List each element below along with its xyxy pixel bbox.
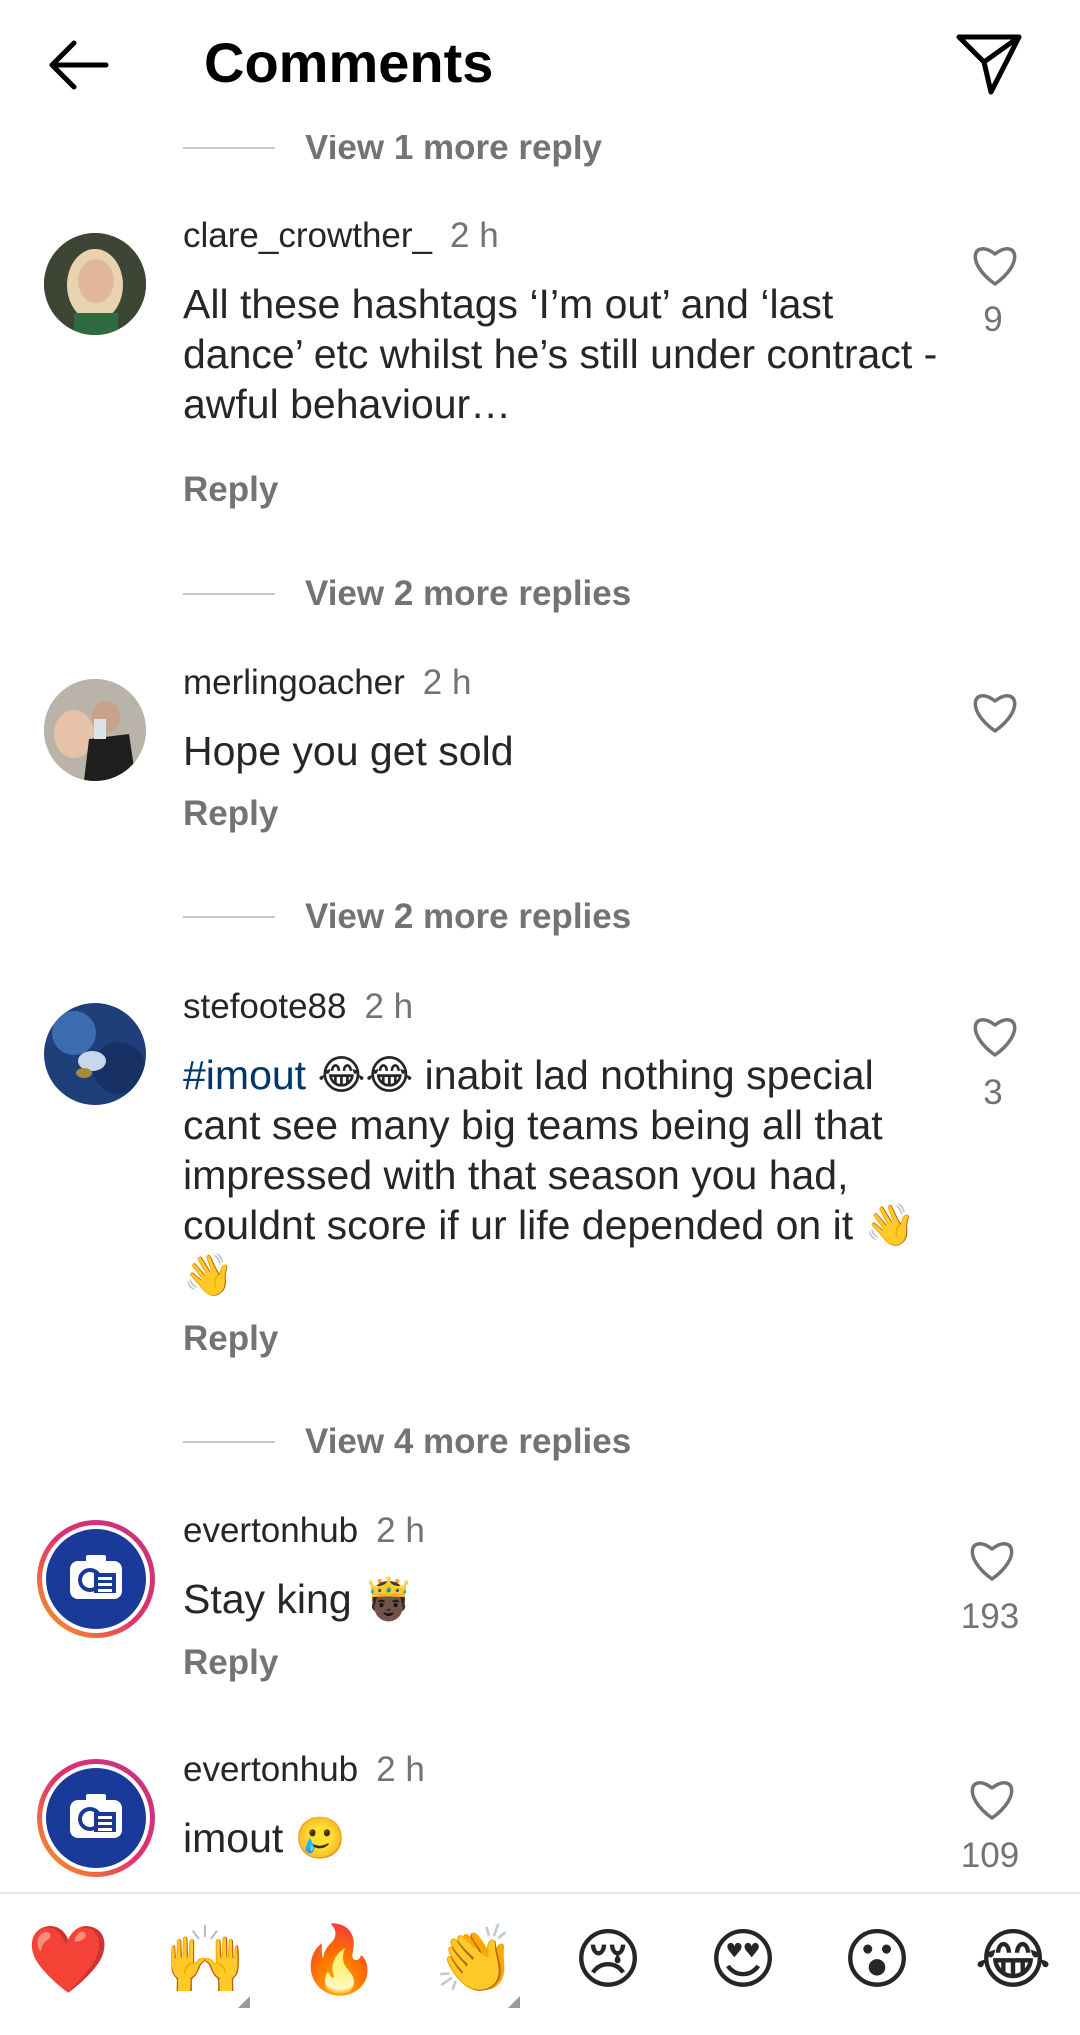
raising-hands-emoji-button[interactable]: 🙌 <box>164 1920 246 2000</box>
comment-text: All these hashtags ‘I’m out’ and ‘last d… <box>183 281 938 427</box>
timestamp: 2 h <box>364 987 414 1026</box>
username[interactable]: stefoote88 <box>183 987 346 1026</box>
username[interactable]: clare_crowther_ <box>183 216 432 255</box>
divider <box>183 916 275 918</box>
divider <box>183 147 275 149</box>
comment-text: #imout 😂😂 inabit lad nothing special can… <box>183 1050 943 1300</box>
timestamp: 2 h <box>376 1750 425 1789</box>
like-count: 109 <box>960 1836 1020 1875</box>
comment-text: Stay king 🤴🏿 <box>183 1576 415 1622</box>
comment-text: Hope you get sold <box>183 728 514 774</box>
clapping-hands-emoji-button[interactable]: 👏 <box>434 1920 516 2000</box>
back-arrow-icon[interactable] <box>44 35 114 95</box>
view-more-replies[interactable]: View 2 more replies <box>183 897 631 937</box>
timestamp: 2 h <box>376 1511 425 1550</box>
divider <box>183 1441 275 1443</box>
hashtag-link[interactable]: #imout <box>183 1052 306 1098</box>
username[interactable]: merlingoacher <box>183 663 405 702</box>
avatar[interactable] <box>44 1003 146 1105</box>
heart-icon[interactable] <box>970 1013 1020 1059</box>
emoji-quick-reactions: ❤️ 🙌 🔥 👏 😢 😍 😮 😂 <box>0 1892 1080 2035</box>
timestamp: 2 h <box>450 216 499 255</box>
like-count: 3 <box>983 1073 1003 1112</box>
avatar[interactable] <box>44 679 146 781</box>
comment-header: merlingoacher 2 h <box>183 663 471 703</box>
red-heart-emoji-button[interactable]: ❤️ <box>27 1920 109 2000</box>
crying-face-emoji-button[interactable]: 😢 <box>568 1920 648 2000</box>
comment-header: stefoote88 2 h <box>183 987 413 1027</box>
view-more-replies-label: View 2 more replies <box>305 897 632 936</box>
reply-button[interactable]: Reply <box>183 470 278 510</box>
header: Comments <box>0 0 1080 135</box>
comment-header: evertonhub 2 h <box>183 1750 425 1790</box>
avatar-with-story-ring[interactable] <box>34 1756 158 1880</box>
skin-tone-indicator-icon <box>238 1996 250 2008</box>
comment-header: evertonhub 2 h <box>183 1511 425 1551</box>
surprised-face-emoji-button[interactable]: 😮 <box>837 1920 917 2000</box>
reply-button[interactable]: Reply <box>183 1643 278 1683</box>
heart-icon[interactable] <box>970 242 1020 288</box>
username[interactable]: evertonhub <box>183 1750 358 1789</box>
heart-eyes-emoji-button[interactable]: 😍 <box>703 1920 783 2000</box>
tears-of-joy-emoji-button[interactable]: 😂 <box>973 1920 1053 2000</box>
reply-button[interactable]: Reply <box>183 1319 278 1359</box>
view-more-replies-label: View 2 more replies <box>305 574 632 613</box>
page-title: Comments <box>204 31 494 94</box>
fire-emoji-button[interactable]: 🔥 <box>298 1920 380 2000</box>
divider <box>183 593 275 595</box>
heart-icon[interactable] <box>967 1537 1017 1583</box>
heart-icon[interactable] <box>967 1776 1017 1822</box>
like-count: 9 <box>983 300 1003 339</box>
comment-header: clare_crowther_ 2 h <box>183 216 499 256</box>
reply-button[interactable]: Reply <box>183 794 278 834</box>
avatar[interactable] <box>44 233 146 335</box>
like-count: 193 <box>960 1597 1020 1636</box>
comment-text: imout 🥲 <box>183 1815 346 1861</box>
avatar-with-story-ring[interactable] <box>34 1517 158 1641</box>
view-more-replies[interactable]: View 2 more replies <box>183 574 631 614</box>
view-more-replies[interactable]: View 4 more replies <box>183 1422 631 1462</box>
send-icon[interactable] <box>955 32 1023 96</box>
view-more-replies-label: View 4 more replies <box>305 1422 632 1461</box>
username[interactable]: evertonhub <box>183 1511 358 1550</box>
skin-tone-indicator-icon <box>508 1996 520 2008</box>
timestamp: 2 h <box>422 663 472 702</box>
heart-icon[interactable] <box>970 689 1020 735</box>
